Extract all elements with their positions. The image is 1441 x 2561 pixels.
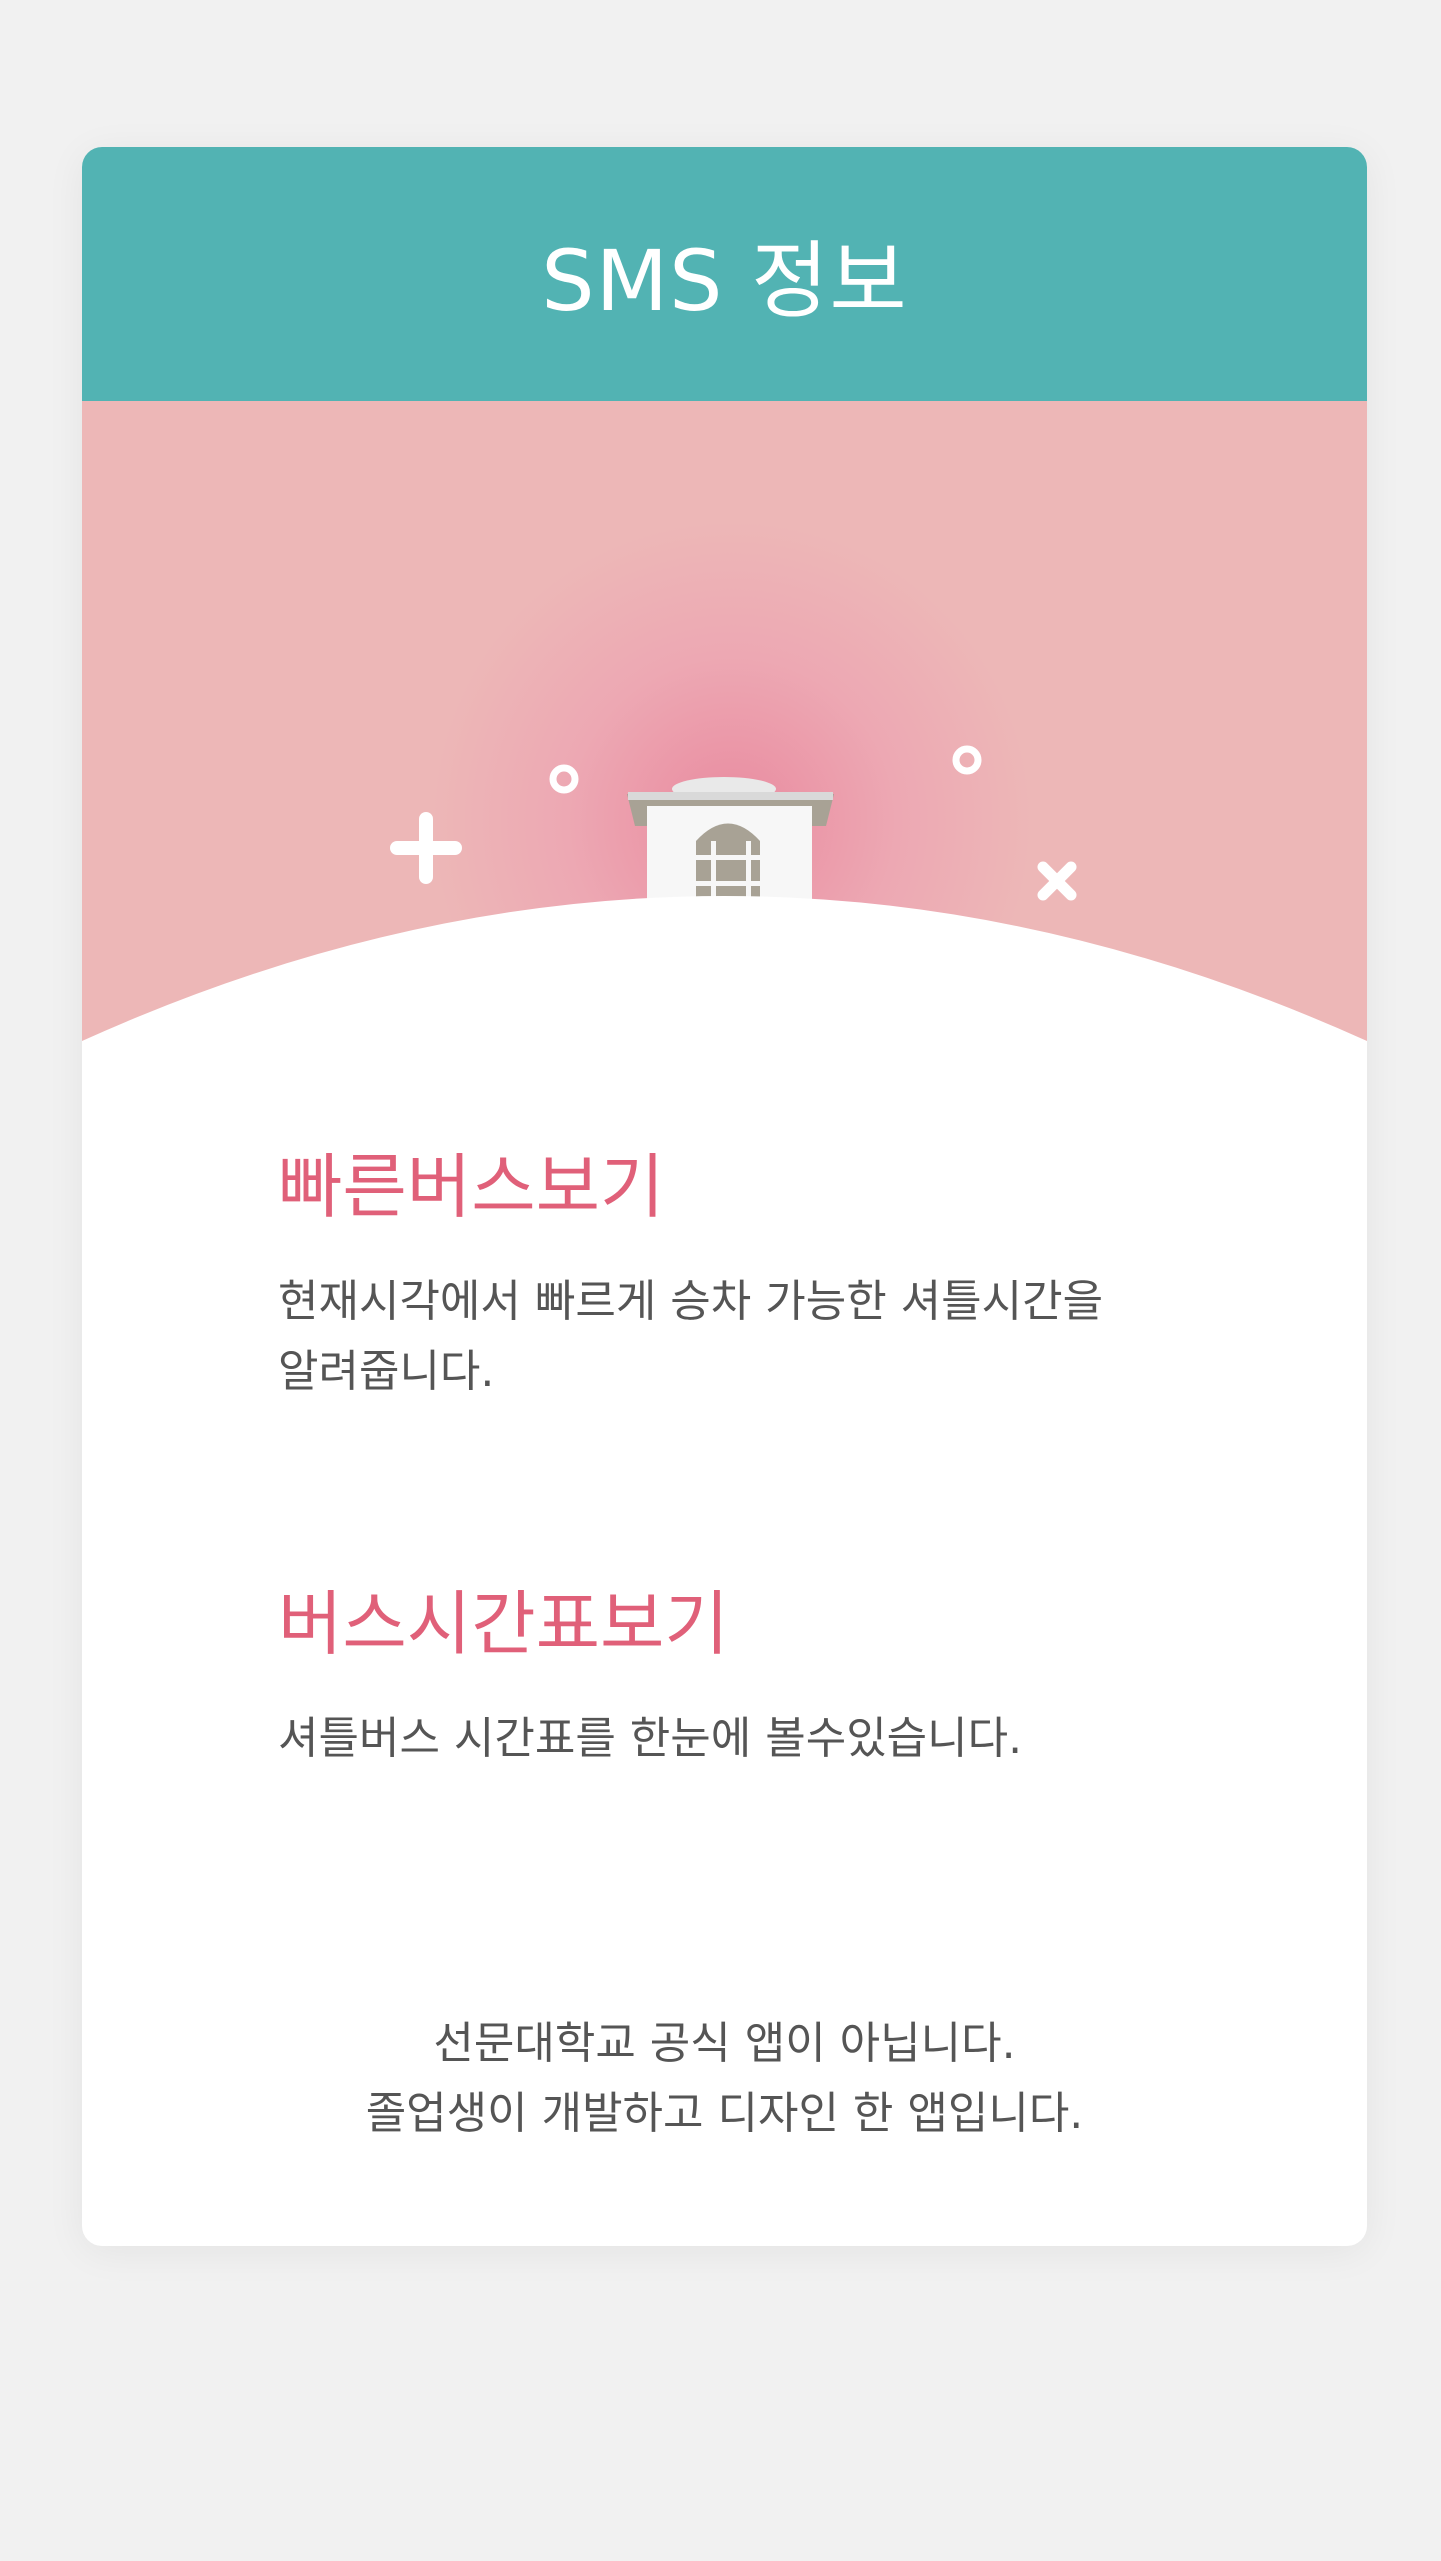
description-line: 현재시각에서 빠르게 승차 가능한 셔틀시간을 bbox=[278, 1276, 1104, 1327]
quick-bus-section[interactable]: 빠른버스보기 현재시각에서 빠르게 승차 가능한 셔틀시간을 알려줍니다. bbox=[278, 1147, 1278, 1407]
quick-bus-title[interactable]: 빠른버스보기 bbox=[278, 1147, 1278, 1227]
quick-bus-description: 현재시각에서 빠르게 승차 가능한 셔틀시간을 알려줍니다. bbox=[278, 1267, 1278, 1407]
bus-timetable-section[interactable]: 버스시간표보기 셔틀버스 시간표를 한눈에 볼수있습니다. bbox=[278, 1584, 1278, 1774]
bus-timetable-description: 셔틀버스 시간표를 한눈에 볼수있습니다. bbox=[278, 1704, 1278, 1774]
page-title: SMS 정보 bbox=[541, 231, 908, 330]
bus-timetable-title[interactable]: 버스시간표보기 bbox=[278, 1584, 1278, 1664]
campus-building-illustration bbox=[82, 401, 1367, 1041]
description-line: 셔틀버스 시간표를 한눈에 볼수있습니다. bbox=[278, 1713, 1023, 1764]
info-card: SMS 정보 빠른버스보기 현재시각에서 빠르게 승차 가능한 셔틀시간을 알려… bbox=[82, 147, 1367, 2246]
description-line: 알려줍니다. bbox=[278, 1346, 495, 1397]
disclaimer-line: 졸업생이 개발하고 디자인 한 앱입니다. bbox=[365, 2088, 1084, 2139]
disclaimer-line: 선문대학교 공식 앱이 아닙니다. bbox=[433, 2018, 1016, 2069]
hero-illustration bbox=[82, 401, 1367, 1041]
header-bar: SMS 정보 bbox=[82, 147, 1367, 401]
disclaimer-footer: 선문대학교 공식 앱이 아닙니다. 졸업생이 개발하고 디자인 한 앱입니다. bbox=[82, 2009, 1367, 2149]
